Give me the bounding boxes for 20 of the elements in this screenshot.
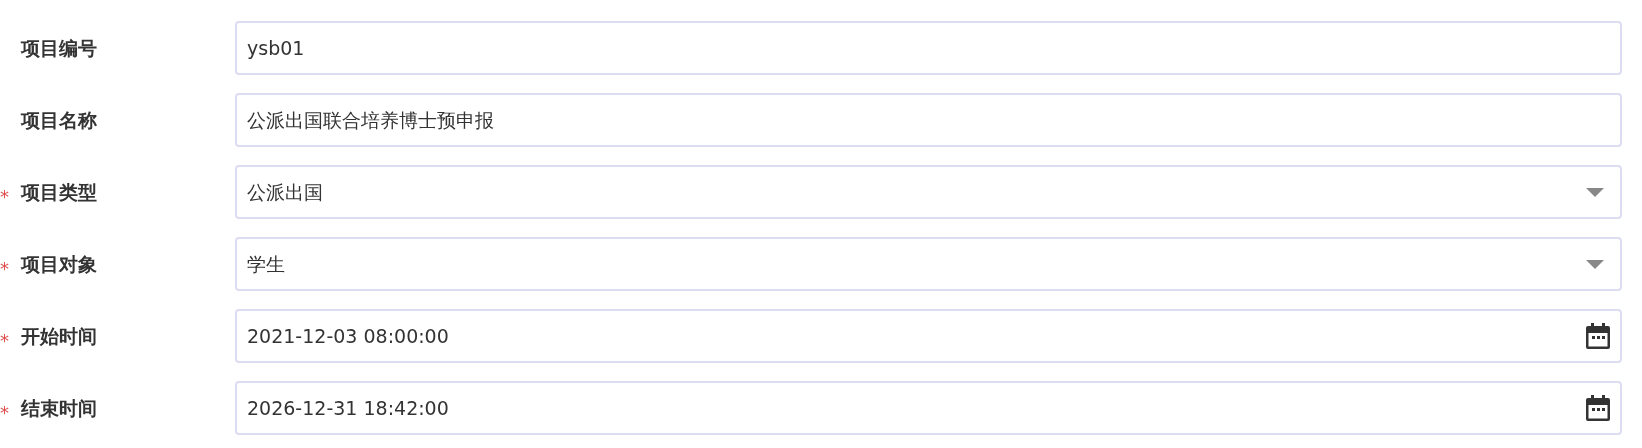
field-label: 结束时间	[21, 396, 97, 419]
required-mark: *	[0, 256, 10, 281]
date-field[interactable]: 2021-12-03 08:00:00	[235, 309, 1622, 363]
required-mark: *	[0, 184, 10, 209]
input-field[interactable]: 公派出国联合培养博士预申报	[235, 93, 1622, 147]
dropdown-field[interactable]: 公派出国	[235, 165, 1622, 219]
required-mark: *	[0, 328, 10, 353]
required-mark: *	[0, 400, 10, 425]
field-label: 项目类型	[21, 180, 97, 203]
caret-icon[interactable]	[1586, 187, 1604, 197]
dropdown-field[interactable]: 学生	[235, 237, 1622, 291]
caret-icon[interactable]	[1586, 259, 1604, 269]
field-label: 开始时间	[21, 324, 97, 347]
field-label: 项目对象	[21, 252, 97, 275]
field-label: 项目名称	[21, 108, 97, 131]
input-field[interactable]: ysb01	[235, 21, 1622, 75]
date-field[interactable]: 2026-12-31 18:42:00	[235, 381, 1622, 435]
calendar-icon[interactable]	[1586, 323, 1610, 349]
calendar-icon[interactable]	[1586, 395, 1610, 421]
field-label: 项目编号	[21, 36, 97, 59]
